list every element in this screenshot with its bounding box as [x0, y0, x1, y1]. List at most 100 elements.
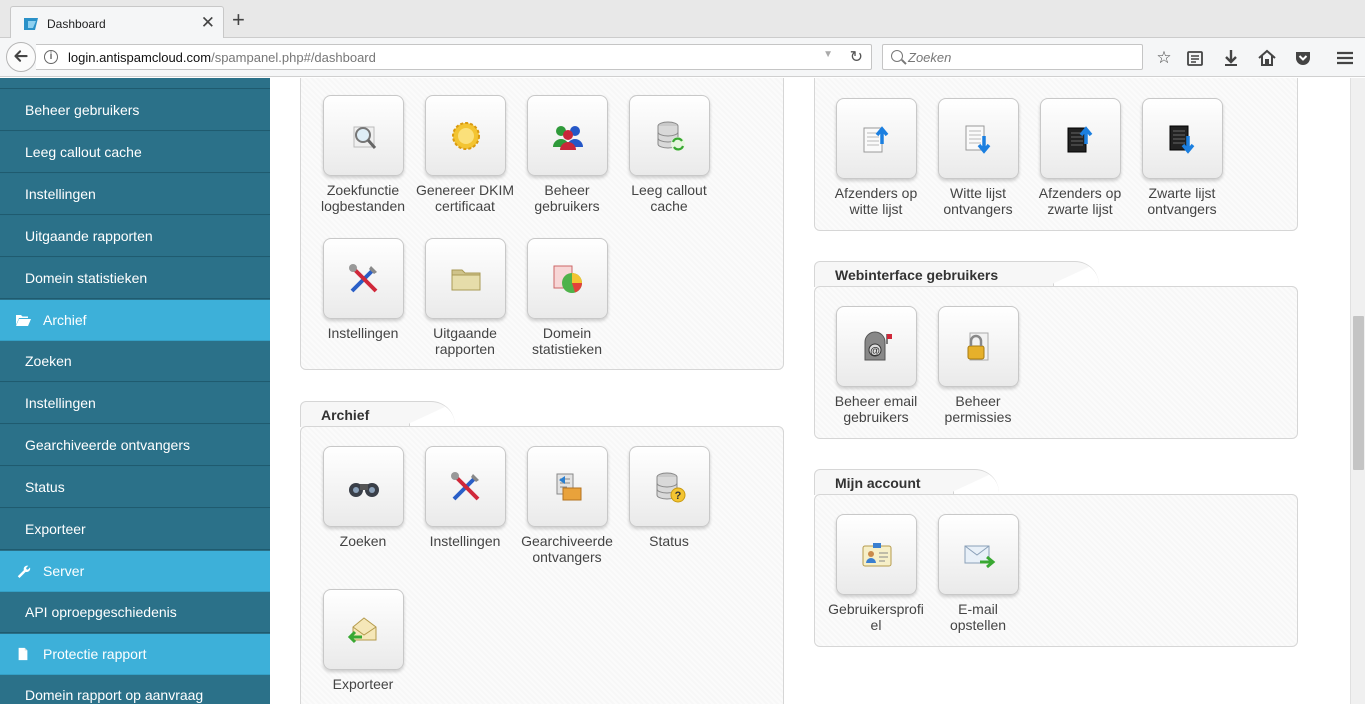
- tile-label: Zoeken: [339, 533, 387, 549]
- tile-button[interactable]: [835, 98, 917, 179]
- tile-label: Zoekfunctie logbestanden: [320, 182, 406, 214]
- sidebar-section-server[interactable]: Server: [0, 551, 270, 592]
- tile-button[interactable]: [424, 95, 506, 176]
- page-scrollbar[interactable]: [1350, 78, 1365, 704]
- tile-button[interactable]: @: [835, 306, 917, 387]
- dashboard-content: Zoekfunctie logbestanden Genereer DKIM cer…: [270, 78, 1350, 704]
- sidebar-item-domein-rapport-op-aanvraag[interactable]: Domein rapport op aanvraag: [0, 675, 270, 704]
- url-dropdown-icon[interactable]: ▼: [823, 49, 833, 60]
- browser-nav-bar: i login.antispamcloud.com/spampanel.php#…: [0, 38, 1365, 77]
- whitelist-up-icon: [863, 126, 888, 153]
- tile-label: Genereer DKIM certificaat: [415, 182, 515, 214]
- sidebar-item-archief-instellingen[interactable]: Instellingen: [0, 383, 270, 424]
- sidebar-item-leeg-callout-cache[interactable]: Leeg callout cache: [0, 132, 270, 173]
- sidebar-item-status[interactable]: Status: [0, 467, 270, 508]
- tile-archief-instellingen[interactable]: Instellingen: [414, 446, 516, 549]
- tile-beheer-email-gebruikers[interactable]: @ Beheer email gebruikers: [825, 306, 927, 425]
- tile-witte-lijst-ontvangers[interactable]: Witte lijst ontvangers: [927, 98, 1029, 217]
- sidebar-item-exporteer[interactable]: Exporteer: [0, 509, 270, 550]
- pocket-icon[interactable]: [1292, 47, 1314, 69]
- tile-label: Witte lijst ontvangers: [943, 185, 1013, 217]
- search-placeholder: Zoeken: [908, 50, 952, 65]
- tile-button[interactable]: [424, 238, 506, 319]
- sidebar-item-domein-statistieken[interactable]: Domein statistieken: [0, 258, 270, 299]
- sidebar-item-instellingen[interactable]: Instellingen: [0, 174, 270, 215]
- tile-button[interactable]: [937, 98, 1019, 179]
- tile-button[interactable]: [937, 514, 1019, 595]
- svg-text:@: @: [870, 346, 880, 357]
- tile-button[interactable]: [424, 446, 506, 527]
- tile-gearchiveerde-ontvangers[interactable]: Gearchiveerde ontvangers: [516, 446, 618, 565]
- tile-label: Zwarte lijst ontvangers: [1147, 185, 1217, 217]
- reading-list-icon[interactable]: [1184, 47, 1206, 69]
- tile-button[interactable]: [526, 95, 608, 176]
- archive-recipients-icon: [556, 473, 581, 501]
- tile-genereer-dkim-certificaat[interactable]: Genereer DKIM certificaat: [414, 95, 516, 214]
- sidebar-item-zoeken[interactable]: Zoeken: [0, 341, 270, 382]
- tile-domein-statistieken[interactable]: Domein statistieken: [516, 238, 618, 357]
- bookmark-star-icon[interactable]: ☆: [1153, 47, 1175, 69]
- tile-button[interactable]: [322, 238, 404, 319]
- tile-zoekfunctie-logbestanden[interactable]: Zoekfunctie logbestanden: [312, 95, 414, 214]
- download-icon[interactable]: [1220, 47, 1242, 69]
- site-info-icon[interactable]: i: [44, 50, 58, 64]
- menu-hamburger-icon[interactable]: [1334, 47, 1356, 69]
- back-arrow-icon: [14, 50, 28, 62]
- reload-icon[interactable]: ↻: [850, 47, 863, 67]
- tile-afzenders-op-witte-lijst[interactable]: Afzenders op witte lijst: [825, 98, 927, 217]
- tile-button[interactable]: [835, 514, 917, 595]
- close-tab-icon[interactable]: ✕: [201, 13, 215, 33]
- tile-zoeken[interactable]: Zoeken: [312, 446, 414, 549]
- panel-mijn-account: Gebruikersprofi el E-mail opstellen: [814, 494, 1298, 647]
- tile-status[interactable]: ? Status: [618, 446, 720, 549]
- sidebar-nav: Beheer gebruikers Leeg callout cache Ins…: [0, 78, 270, 704]
- tile-uitgaande-rapporten[interactable]: Uitgaande rapporten: [414, 238, 516, 357]
- tile-button[interactable]: [322, 95, 404, 176]
- panel-lists: Afzenders op witte lijst Witte lijst ontva…: [814, 78, 1298, 231]
- tile-label: Domein statistieken: [531, 325, 603, 357]
- tile-gebruikersprofiel[interactable]: Gebruikersprofi el: [825, 514, 927, 633]
- pie-chart-icon: [553, 265, 582, 293]
- document-icon: [18, 647, 28, 661]
- tile-zwarte-lijst-ontvangers[interactable]: Zwarte lijst ontvangers: [1131, 98, 1233, 217]
- tile-afzenders-op-zwarte-lijst[interactable]: Afzenders op zwarte lijst: [1029, 98, 1131, 217]
- back-button[interactable]: [6, 42, 36, 72]
- tile-exporteer[interactable]: Exporteer: [312, 589, 414, 692]
- tile-button[interactable]: [628, 95, 710, 176]
- tile-button[interactable]: ?: [628, 446, 710, 527]
- tile-label: Status: [649, 533, 689, 549]
- tile-e-mail-opstellen[interactable]: E-mail opstellen: [927, 514, 1029, 633]
- browser-tab-dashboard[interactable]: Dashboard ✕: [10, 6, 224, 39]
- search-input[interactable]: Zoeken: [882, 44, 1143, 70]
- tab-title: Dashboard: [47, 17, 106, 31]
- tile-leeg-callout-cache[interactable]: Leeg callout cache: [618, 95, 720, 214]
- sidebar-section-archief[interactable]: Archief: [0, 300, 270, 341]
- tile-button[interactable]: [526, 238, 608, 319]
- sidebar-section-label: Server: [43, 563, 85, 579]
- scrollbar-thumb[interactable]: [1353, 316, 1364, 470]
- tile-label: Exporteer: [332, 676, 394, 692]
- home-icon[interactable]: [1256, 47, 1278, 69]
- tile-beheer-permissies[interactable]: Beheer permissies: [927, 306, 1029, 425]
- mail-export-icon: [347, 617, 376, 644]
- tile-button[interactable]: [322, 446, 404, 527]
- tile-button[interactable]: [1141, 98, 1223, 179]
- sidebar-item-gearchiveerde-ontvangers[interactable]: Gearchiveerde ontvangers: [0, 425, 270, 466]
- id-card-icon: [862, 543, 891, 567]
- url-bar[interactable]: i login.antispamcloud.com/spampanel.php#…: [36, 44, 872, 70]
- sidebar-item-api-oproepgeschiedenis[interactable]: API oproepgeschiedenis: [0, 592, 270, 633]
- sidebar-item-beheer-gebruikers[interactable]: Beheer gebruikers: [0, 90, 270, 131]
- sidebar-section-label: Archief: [43, 312, 87, 328]
- tile-button[interactable]: [322, 589, 404, 670]
- sidebar-item-uitgaande-rapporten[interactable]: Uitgaande rapporten: [0, 216, 270, 257]
- tile-label: Beheer gebruikers: [534, 182, 600, 214]
- new-tab-icon[interactable]: +: [232, 9, 245, 31]
- sidebar-item-hidden[interactable]: [0, 78, 270, 89]
- tile-instellingen[interactable]: Instellingen: [312, 238, 414, 341]
- tile-button[interactable]: [1039, 98, 1121, 179]
- folder-open-icon: [16, 315, 31, 326]
- tile-button[interactable]: [937, 306, 1019, 387]
- tile-button[interactable]: [526, 446, 608, 527]
- tile-beheer-gebruikers[interactable]: Beheer gebruikers: [516, 95, 618, 214]
- sidebar-section-protectie-rapport[interactable]: Protectie rapport: [0, 634, 270, 675]
